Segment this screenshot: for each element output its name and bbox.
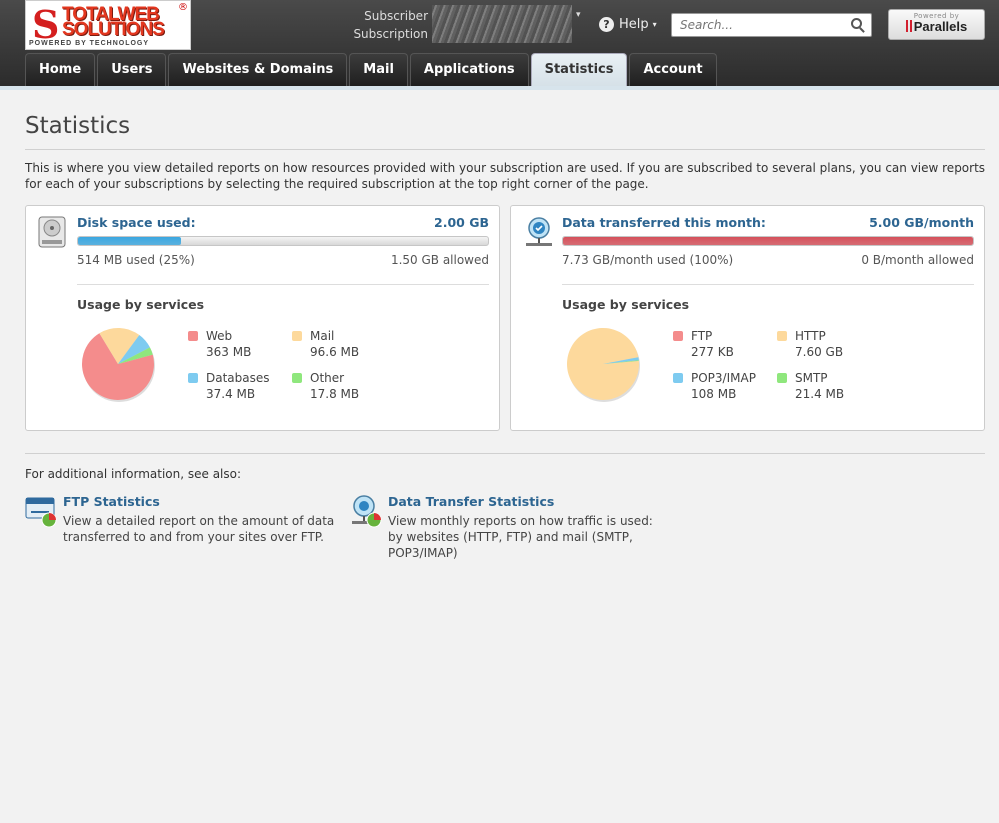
card-divider	[562, 284, 974, 285]
legend-label: POP3/IMAP	[691, 371, 756, 385]
subscription-label: Subscription	[353, 27, 428, 41]
disk-total: 2.00 GB	[434, 215, 489, 230]
tab-applications[interactable]: Applications	[409, 53, 529, 86]
tab-statistics[interactable]: Statistics	[530, 53, 628, 86]
legend-swatch	[777, 373, 787, 383]
see-also-label: For additional information, see also:	[25, 467, 242, 481]
data-transfer-statistics-desc: View monthly reports on how traffic is u…	[388, 514, 653, 560]
legend-other: Other 17.8 MB	[292, 370, 359, 402]
search-box	[671, 13, 872, 37]
disk-progress-fill	[78, 237, 181, 245]
traffic-progress-bar	[562, 236, 974, 246]
legend-value: 277 KB	[691, 345, 734, 359]
legend-value: 108 MB	[691, 387, 737, 401]
traffic-used: 7.73 GB/month used (100%)	[562, 253, 734, 267]
legend-ftp: FTP 277 KB	[673, 328, 734, 360]
ftp-statistics-icon[interactable]	[25, 494, 57, 528]
legend-http: HTTP 7.60 GB	[777, 328, 843, 360]
subscriber-labels: Subscriber Subscription	[340, 7, 428, 43]
help-label: Help	[619, 17, 649, 32]
legend-mail: Mail 96.6 MB	[292, 328, 359, 360]
registered-icon: ®	[178, 2, 188, 13]
chevron-down-icon[interactable]: ▾	[576, 10, 581, 20]
question-icon: ?	[599, 17, 614, 32]
legend-swatch	[292, 373, 302, 383]
tab-home[interactable]: Home	[25, 53, 96, 86]
traffic-usage-pie	[567, 327, 640, 402]
legend-databases: Databases 37.4 MB	[188, 370, 270, 402]
nav-underline	[0, 86, 999, 90]
legend-label: Mail	[310, 329, 335, 343]
subscriber-label: Subscriber	[364, 9, 428, 23]
page-title: Statistics	[25, 113, 131, 139]
search-input[interactable]	[672, 14, 842, 36]
ftp-statistics-desc: View a detailed report on the amount of …	[63, 514, 335, 544]
pie-slice-http	[567, 327, 639, 400]
search-icon[interactable]	[851, 18, 862, 29]
legend-value: 17.8 MB	[310, 387, 360, 401]
legend-value: 21.4 MB	[795, 387, 845, 401]
legend-swatch	[292, 331, 302, 341]
legend-pop3-imap: POP3/IMAP 108 MB	[673, 370, 756, 402]
parallels-label: Parallels	[913, 19, 968, 34]
logo-tagline: POWERED BY TECHNOLOGY	[29, 40, 150, 47]
intro-text: This is where you view detailed reports …	[25, 161, 986, 191]
chevron-down-icon: ▾	[652, 20, 657, 29]
help-menu[interactable]: ? Help ▾	[599, 17, 657, 32]
section-divider	[25, 453, 985, 454]
legend-value: 37.4 MB	[206, 387, 256, 401]
legend-swatch	[777, 331, 787, 341]
parallels-badge[interactable]: Powered by Parallels	[888, 9, 985, 40]
disk-services-title: Usage by services	[77, 297, 205, 312]
hard-disk-icon	[38, 216, 66, 248]
disk-used: 514 MB used (25%)	[77, 253, 195, 267]
logo-mark: S	[32, 2, 60, 47]
legend-web: Web 363 MB	[188, 328, 251, 360]
legend-swatch	[673, 331, 683, 341]
legend-swatch	[673, 373, 683, 383]
subscription-selector[interactable]	[432, 5, 572, 43]
legend-smtp: SMTP 21.4 MB	[777, 370, 844, 402]
title-divider	[25, 149, 985, 150]
disk-progress-bar	[77, 236, 489, 246]
traffic-progress-fill	[563, 237, 973, 245]
disk-usage-pie	[82, 328, 155, 402]
legend-swatch	[188, 373, 198, 383]
legend-value: 96.6 MB	[310, 345, 360, 359]
tab-users[interactable]: Users	[97, 53, 167, 86]
logo-line2: SOLUTIONS	[62, 19, 165, 40]
data-transfer-link-block: Data Transfer Statistics View monthly re…	[350, 494, 660, 564]
card-divider	[77, 284, 489, 285]
tab-mail[interactable]: Mail	[349, 53, 408, 86]
main-nav: Home Users Websites & Domains Mail Appli…	[25, 53, 719, 86]
disk-allowed: 1.50 GB allowed	[390, 253, 489, 267]
disk-title[interactable]: Disk space used:	[77, 215, 196, 230]
legend-swatch	[188, 331, 198, 341]
data-transfer-statistics-link[interactable]: Data Transfer Statistics	[388, 494, 554, 509]
company-logo[interactable]: S TOTALWEB SOLUTIONS POWERED BY TECHNOLO…	[25, 0, 191, 50]
legend-label: SMTP	[795, 371, 828, 385]
disk-usage-card: Disk space used: 2.00 GB 514 MB used (25…	[25, 205, 500, 431]
legend-label: Databases	[206, 371, 270, 385]
legend-value: 363 MB	[206, 345, 252, 359]
ftp-statistics-link-block: FTP Statistics View a detailed report on…	[25, 494, 345, 554]
traffic-total: 5.00 GB/month	[869, 215, 974, 230]
traffic-allowed: 0 B/month allowed	[861, 253, 974, 267]
parallels-bars-icon	[905, 20, 912, 32]
parallels-logo: Parallels	[889, 20, 984, 34]
network-globe-icon	[526, 217, 552, 246]
traffic-usage-card: Data transferred this month: 5.00 GB/mon…	[510, 205, 985, 431]
data-transfer-statistics-icon[interactable]	[350, 494, 382, 528]
ftp-statistics-link[interactable]: FTP Statistics	[63, 494, 160, 509]
tab-websites-domains[interactable]: Websites & Domains	[168, 53, 348, 86]
tab-account[interactable]: Account	[629, 53, 717, 86]
legend-label: Other	[310, 371, 345, 385]
traffic-title[interactable]: Data transferred this month:	[562, 215, 766, 230]
legend-value: 7.60 GB	[795, 345, 844, 359]
traffic-services-title: Usage by services	[562, 297, 690, 312]
top-header: S TOTALWEB SOLUTIONS POWERED BY TECHNOLO…	[0, 0, 999, 88]
